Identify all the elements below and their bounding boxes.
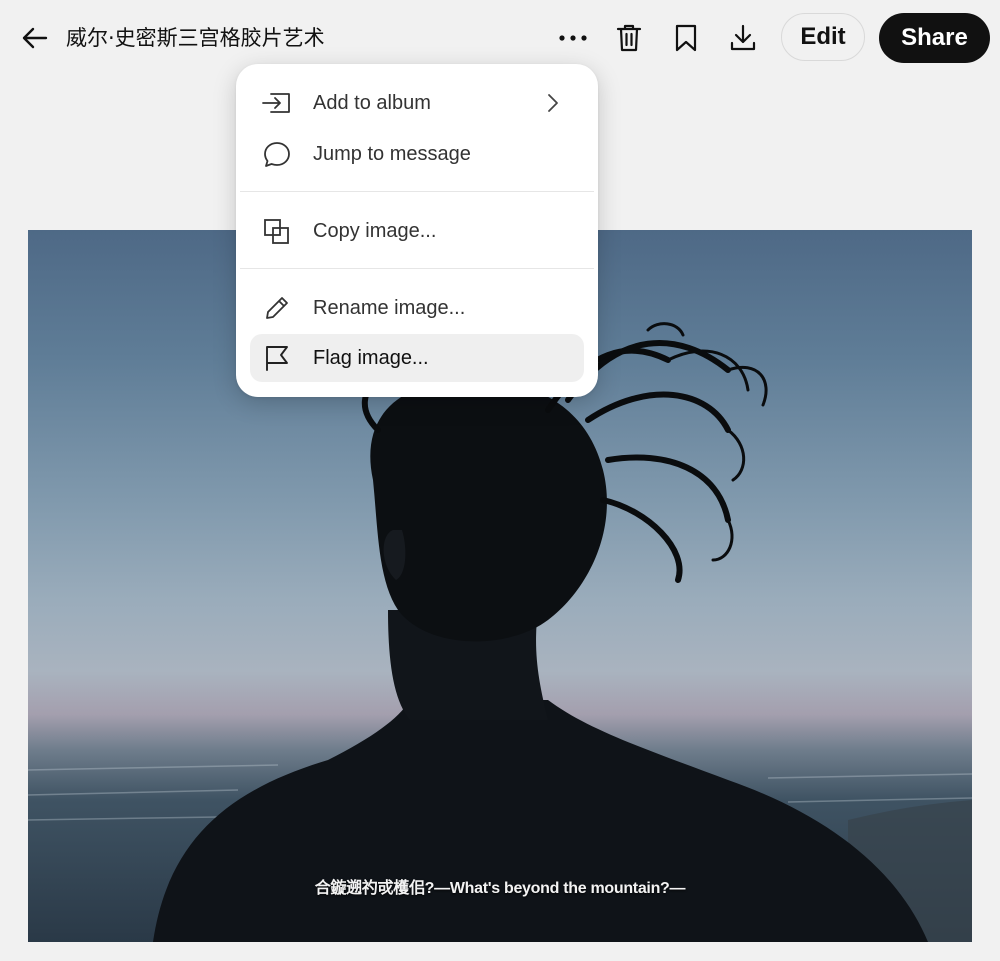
bookmark-icon <box>675 24 697 52</box>
arrow-left-icon <box>22 27 48 49</box>
menu-item-rename-image[interactable]: Rename image... <box>250 284 584 332</box>
download-button[interactable] <box>725 20 761 56</box>
trash-icon <box>616 24 642 52</box>
menu-item-label: Flag image... <box>313 347 429 369</box>
menu-divider <box>240 191 594 192</box>
more-horizontal-icon <box>559 35 587 41</box>
context-menu: Add to album Jump to message Copy image.… <box>236 64 598 397</box>
menu-item-copy-image[interactable]: Copy image... <box>250 207 584 255</box>
more-button[interactable] <box>555 20 591 56</box>
menu-item-add-to-album[interactable]: Add to album <box>250 79 584 127</box>
add-to-album-icon <box>262 90 292 116</box>
menu-item-label: Rename image... <box>313 297 466 319</box>
chevron-right-icon <box>548 94 558 112</box>
image-subtitle: 合鏇遡礿戓檴佀?—What's beyond the mountain?— <box>314 880 686 897</box>
menu-item-label: Copy image... <box>313 220 437 242</box>
bookmark-button[interactable] <box>668 20 704 56</box>
menu-item-label: Jump to message <box>313 143 471 165</box>
menu-item-jump-to-message[interactable]: Jump to message <box>250 130 584 178</box>
menu-item-flag-image[interactable]: Flag image... <box>250 334 584 382</box>
copy-icon <box>262 218 292 244</box>
download-icon <box>730 24 756 51</box>
page-title: 威尔·史密斯三宫格胶片艺术 <box>66 26 325 50</box>
flag-icon <box>262 345 292 371</box>
menu-divider <box>240 268 594 269</box>
speech-bubble-icon <box>262 141 292 167</box>
delete-button[interactable] <box>611 20 647 56</box>
back-button[interactable] <box>18 22 50 54</box>
menu-item-label: Add to album <box>313 92 431 114</box>
share-button[interactable]: Share <box>879 13 990 63</box>
pencil-icon <box>262 295 292 321</box>
edit-button[interactable]: Edit <box>781 13 865 61</box>
